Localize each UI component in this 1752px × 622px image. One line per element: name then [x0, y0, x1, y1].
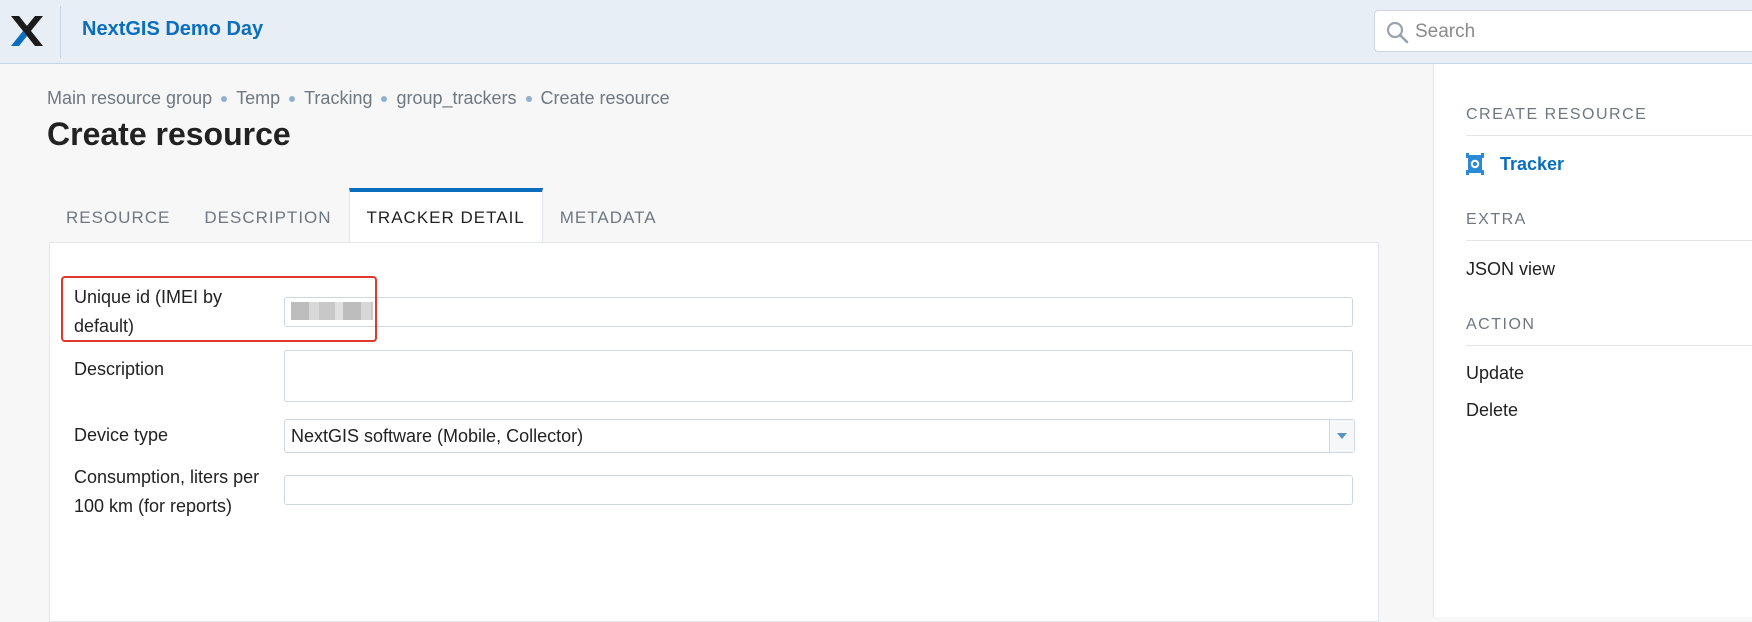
breadcrumb-item-temp[interactable]: Temp — [236, 88, 280, 109]
create-tracker-link[interactable]: Tracker — [1466, 153, 1564, 175]
action-heading: ACTION — [1466, 316, 1752, 346]
unique-id-input[interactable] — [284, 297, 1353, 327]
breadcrumb-separator — [525, 95, 532, 102]
extra-heading: EXTRA — [1466, 211, 1752, 241]
breadcrumb-item-tracking[interactable]: Tracking — [304, 88, 372, 109]
device-type-dropdown-button[interactable] — [1329, 420, 1354, 452]
device-type-label: Device type — [74, 425, 169, 445]
header-divider — [60, 6, 61, 58]
breadcrumb-separator — [381, 95, 388, 102]
chevron-down-icon — [1337, 433, 1347, 439]
tracker-detail-form: Unique id (IMEI by default) Description … — [49, 242, 1379, 622]
breadcrumb: Main resource group Temp Tracking group_… — [47, 88, 670, 109]
tab-bar: RESOURCE DESCRIPTION TRACKER DETAIL META… — [49, 188, 674, 244]
description-textarea[interactable] — [284, 350, 1353, 402]
breadcrumb-separator — [221, 95, 228, 102]
breadcrumb-separator — [289, 95, 296, 102]
search-icon — [1386, 21, 1409, 44]
tab-description[interactable]: DESCRIPTION — [187, 188, 348, 244]
breadcrumb-item-main-resource-group[interactable]: Main resource group — [47, 88, 212, 109]
delete-action-link[interactable]: Delete — [1466, 400, 1518, 421]
search-input[interactable] — [1413, 17, 1752, 47]
tab-resource[interactable]: RESOURCE — [49, 188, 187, 244]
nextgis-logo-icon[interactable] — [10, 14, 44, 48]
create-resource-heading: CREATE RESOURCE — [1466, 106, 1752, 136]
right-sidebar: CREATE RESOURCE Tracker EXTRA JSON view … — [1433, 64, 1752, 617]
tracker-icon — [1466, 153, 1484, 175]
page-title: Create resource — [47, 116, 291, 152]
description-label: Description — [74, 359, 165, 379]
consumption-label: Consumption, liters per 100 km (for repo… — [74, 467, 260, 516]
tab-metadata[interactable]: METADATA — [543, 188, 674, 244]
consumption-input[interactable] — [284, 475, 1353, 505]
tracker-link-label: Tracker — [1500, 153, 1565, 174]
json-view-link[interactable]: JSON view — [1466, 259, 1555, 280]
app-title-link[interactable]: NextGIS Demo Day — [82, 18, 263, 41]
search-box[interactable] — [1374, 10, 1752, 52]
top-header: NextGIS Demo Day — [0, 0, 1752, 64]
tab-tracker-detail[interactable]: TRACKER DETAIL — [348, 188, 543, 244]
update-action-link[interactable]: Update — [1466, 363, 1524, 384]
redacted-imei-value — [291, 302, 373, 320]
breadcrumb-item-current: Create resource — [540, 88, 670, 108]
unique-id-label: Unique id (IMEI by default) — [74, 287, 223, 336]
device-type-value: NextGIS software (Mobile, Collector) — [291, 426, 584, 446]
breadcrumb-item-group-trackers[interactable]: group_trackers — [396, 88, 516, 109]
device-type-select[interactable]: NextGIS software (Mobile, Collector) — [284, 419, 1355, 453]
